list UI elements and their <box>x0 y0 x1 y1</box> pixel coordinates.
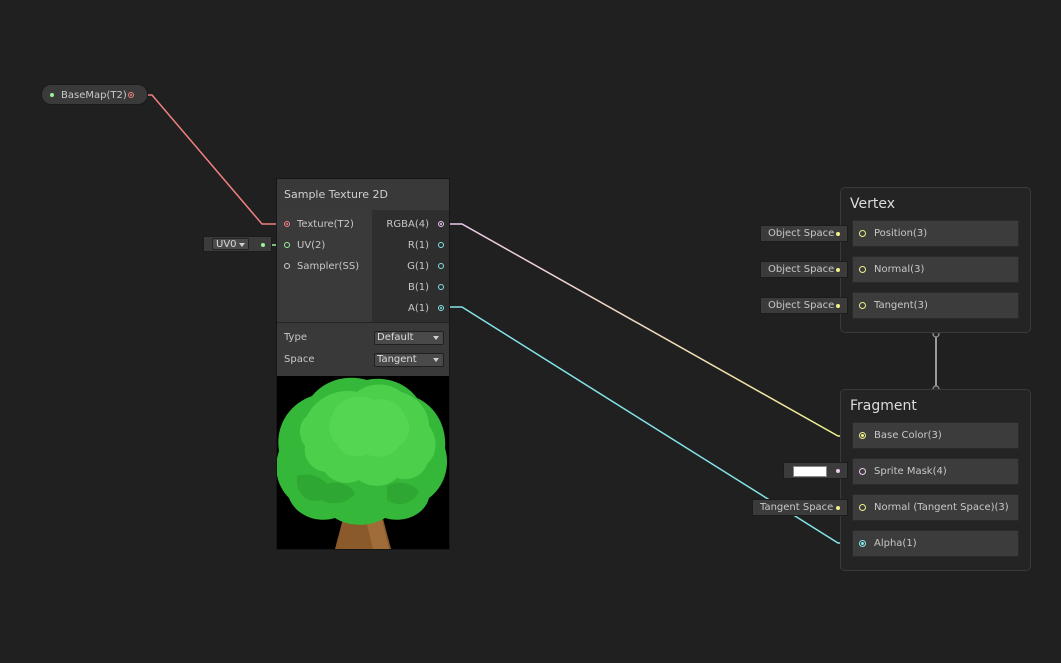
uv-input-port[interactable] <box>284 242 290 248</box>
r-output-port[interactable] <box>438 242 444 248</box>
sampler-input-port[interactable] <box>284 263 290 269</box>
a-output-label: A(1) <box>407 303 429 314</box>
a-output-port[interactable] <box>438 305 444 311</box>
type-value: Default <box>377 332 414 343</box>
fragment-block-base-color[interactable]: Base Color(3) <box>852 422 1019 449</box>
sampler-input-label: Sampler(SS) <box>297 261 360 272</box>
tree-preview-image <box>277 377 447 549</box>
inline-dot <box>836 268 840 272</box>
tangent-port[interactable] <box>859 302 866 309</box>
output-ports: RGBA(4) R(1) G(1) B(1) A(1) <box>372 210 449 322</box>
b-output-label: B(1) <box>407 282 429 293</box>
vertex-title: Vertex <box>850 196 896 212</box>
wire-basemap-to-texture[interactable] <box>136 94 286 225</box>
normal-space-input[interactable]: Object Space <box>760 261 848 278</box>
position-space-label: Object Space <box>768 228 835 239</box>
type-dropdown[interactable]: Default <box>374 331 444 345</box>
normal-ts-space-label: Tangent Space <box>760 502 834 513</box>
type-label: Type <box>284 332 307 343</box>
uv-inline-input: UV0 <box>203 236 272 252</box>
sample-texture-2d-node[interactable]: Sample Texture 2D Texture(T2) UV(2) Samp… <box>276 178 450 550</box>
normal-port[interactable] <box>859 266 866 273</box>
fragment-title: Fragment <box>850 398 917 414</box>
fragment-block-normal[interactable]: Normal (Tangent Space)(3) <box>852 494 1019 521</box>
normal-ts-port[interactable] <box>859 504 866 511</box>
g-output-label: G(1) <box>407 261 429 272</box>
property-indicator-icon <box>50 93 54 97</box>
normal-ts-label: Normal (Tangent Space)(3) <box>874 502 1009 513</box>
node-title[interactable]: Sample Texture 2D <box>277 179 449 210</box>
fragment-block-sprite-mask[interactable]: Sprite Mask(4) <box>852 458 1019 485</box>
position-port[interactable] <box>859 230 866 237</box>
space-dropdown[interactable]: Tangent <box>374 353 444 367</box>
texture-input-port[interactable] <box>284 221 290 227</box>
position-space-input[interactable]: Object Space <box>760 225 848 242</box>
fragment-stack[interactable]: Fragment Base Color(3) Sprite Mask(4) No… <box>840 389 1031 571</box>
texture-preview <box>277 376 449 549</box>
inline-dot <box>836 232 840 236</box>
g-output-port[interactable] <box>438 263 444 269</box>
tangent-space-label: Object Space <box>768 300 835 311</box>
property-label: BaseMap(T2) <box>61 90 127 101</box>
base-color-port[interactable] <box>859 432 866 439</box>
chevron-down-icon <box>239 243 245 247</box>
space-label: Space <box>284 354 315 365</box>
sprite-mask-port[interactable] <box>859 468 866 475</box>
base-color-label: Base Color(3) <box>874 430 942 441</box>
chevron-down-icon <box>433 358 439 362</box>
inline-dot <box>836 469 840 473</box>
vertex-stack[interactable]: Vertex Position(3) Normal(3) Tangent(3) <box>840 187 1031 333</box>
uv-channel-value: UV0 <box>216 239 237 250</box>
chevron-down-icon <box>433 336 439 340</box>
normal-label: Normal(3) <box>874 264 925 275</box>
fragment-block-alpha[interactable]: Alpha(1) <box>852 530 1019 557</box>
vertex-block-normal[interactable]: Normal(3) <box>852 256 1019 283</box>
alpha-label: Alpha(1) <box>874 538 917 549</box>
rgba-output-label: RGBA(4) <box>386 219 429 230</box>
rgba-output-port[interactable] <box>438 221 444 227</box>
tangent-label: Tangent(3) <box>874 300 928 311</box>
inline-dot <box>836 506 840 510</box>
property-output-port[interactable] <box>128 92 134 98</box>
position-label: Position(3) <box>874 228 928 239</box>
vertex-block-position[interactable]: Position(3) <box>852 220 1019 247</box>
vertex-block-tangent[interactable]: Tangent(3) <box>852 292 1019 319</box>
sprite-mask-color-swatch[interactable] <box>793 466 827 477</box>
wire-rgba-to-basecolor[interactable] <box>440 223 862 437</box>
input-ports: Texture(T2) UV(2) Sampler(SS) <box>277 210 372 322</box>
sprite-mask-color-input[interactable] <box>783 462 848 479</box>
uv-channel-dropdown[interactable]: UV0 <box>212 238 249 250</box>
texture-input-label: Texture(T2) <box>297 219 354 230</box>
inline-dot <box>836 304 840 308</box>
normal-space-inline-input[interactable]: Tangent Space <box>752 499 848 516</box>
node-settings: Type Default Space Tangent <box>277 322 449 376</box>
sprite-mask-label: Sprite Mask(4) <box>874 466 947 477</box>
tangent-space-input[interactable]: Object Space <box>760 297 848 314</box>
uv-input-label: UV(2) <box>297 240 326 251</box>
r-output-label: R(1) <box>407 240 429 251</box>
b-output-port[interactable] <box>438 284 444 290</box>
basemap-property-node[interactable]: BaseMap(T2) <box>41 84 148 105</box>
normal-space-label: Object Space <box>768 264 835 275</box>
uv-inline-dot <box>261 243 265 247</box>
alpha-port[interactable] <box>859 540 866 547</box>
space-value: Tangent <box>377 354 417 365</box>
